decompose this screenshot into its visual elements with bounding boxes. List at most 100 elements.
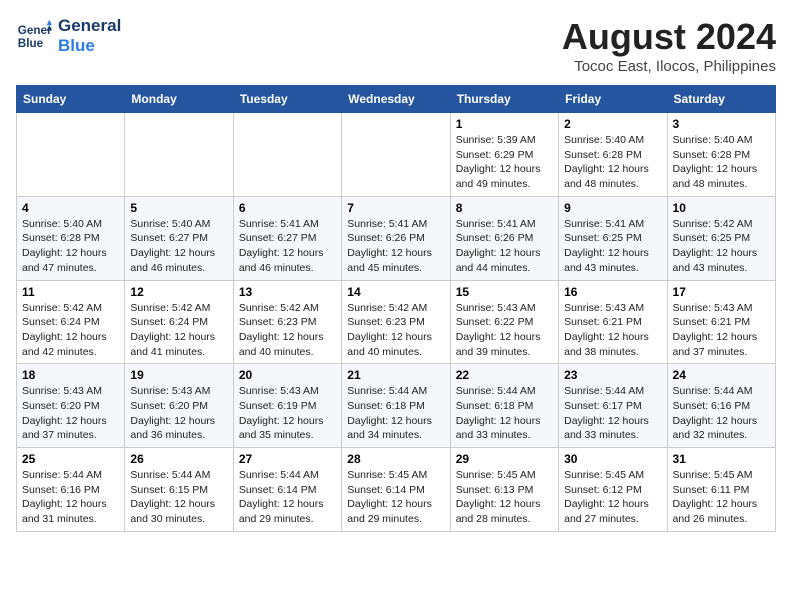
day-number: 17	[673, 285, 770, 299]
day-info: Sunrise: 5:43 AM Sunset: 6:21 PM Dayligh…	[564, 301, 661, 360]
calendar: SundayMondayTuesdayWednesdayThursdayFrid…	[16, 85, 776, 532]
day-info: Sunrise: 5:43 AM Sunset: 6:20 PM Dayligh…	[130, 384, 227, 443]
day-info: Sunrise: 5:39 AM Sunset: 6:29 PM Dayligh…	[456, 133, 553, 192]
calendar-cell: 2 Sunrise: 5:40 AM Sunset: 6:28 PM Daylig…	[559, 113, 667, 197]
day-info: Sunrise: 5:40 AM Sunset: 6:28 PM Dayligh…	[673, 133, 770, 192]
calendar-week-4: 18 Sunrise: 5:43 AM Sunset: 6:20 PM Dayli…	[17, 364, 776, 448]
day-info: Sunrise: 5:43 AM Sunset: 6:22 PM Dayligh…	[456, 301, 553, 360]
day-number: 4	[22, 201, 119, 215]
day-number: 5	[130, 201, 227, 215]
day-info: Sunrise: 5:43 AM Sunset: 6:21 PM Dayligh…	[673, 301, 770, 360]
calendar-cell: 10 Sunrise: 5:42 AM Sunset: 6:25 PM Dayli…	[667, 196, 775, 280]
day-number: 28	[347, 452, 444, 466]
calendar-cell: 4 Sunrise: 5:40 AM Sunset: 6:28 PM Daylig…	[17, 196, 125, 280]
day-info: Sunrise: 5:41 AM Sunset: 6:27 PM Dayligh…	[239, 217, 336, 276]
day-number: 29	[456, 452, 553, 466]
day-number: 14	[347, 285, 444, 299]
day-number: 18	[22, 368, 119, 382]
calendar-body: 1Sunrise: 5:39 AM Sunset: 6:29 PM Daylig…	[17, 113, 776, 532]
day-info: Sunrise: 5:41 AM Sunset: 6:26 PM Dayligh…	[456, 217, 553, 276]
calendar-header-row: SundayMondayTuesdayWednesdayThursdayFrid…	[17, 86, 776, 113]
day-number: 23	[564, 368, 661, 382]
day-info: Sunrise: 5:42 AM Sunset: 6:24 PM Dayligh…	[130, 301, 227, 360]
day-info: Sunrise: 5:40 AM Sunset: 6:27 PM Dayligh…	[130, 217, 227, 276]
svg-text:Blue: Blue	[18, 36, 44, 49]
weekday-header-sunday: Sunday	[17, 86, 125, 113]
weekday-header-tuesday: Tuesday	[233, 86, 341, 113]
weekday-header-friday: Friday	[559, 86, 667, 113]
day-number: 24	[673, 368, 770, 382]
calendar-week-5: 25 Sunrise: 5:44 AM Sunset: 6:16 PM Dayli…	[17, 448, 776, 532]
calendar-cell	[125, 113, 233, 197]
calendar-cell: 29 Sunrise: 5:45 AM Sunset: 6:13 PM Dayli…	[450, 448, 558, 532]
day-number: 2	[564, 117, 661, 131]
day-info: Sunrise: 5:42 AM Sunset: 6:23 PM Dayligh…	[347, 301, 444, 360]
calendar-cell: 7 Sunrise: 5:41 AM Sunset: 6:26 PM Daylig…	[342, 196, 450, 280]
calendar-cell: 28 Sunrise: 5:45 AM Sunset: 6:14 PM Dayli…	[342, 448, 450, 532]
day-number: 27	[239, 452, 336, 466]
day-info: Sunrise: 5:44 AM Sunset: 6:18 PM Dayligh…	[347, 384, 444, 443]
calendar-cell: 13Sunrise: 5:42 AM Sunset: 6:23 PM Dayli…	[233, 280, 341, 364]
day-number: 19	[130, 368, 227, 382]
calendar-cell	[17, 113, 125, 197]
calendar-cell: 24Sunrise: 5:44 AM Sunset: 6:16 PM Dayli…	[667, 364, 775, 448]
day-number: 10	[673, 201, 770, 215]
day-number: 22	[456, 368, 553, 382]
calendar-cell: 15 Sunrise: 5:43 AM Sunset: 6:22 PM Dayli…	[450, 280, 558, 364]
weekday-header-saturday: Saturday	[667, 86, 775, 113]
calendar-cell: 26Sunrise: 5:44 AM Sunset: 6:15 PM Dayli…	[125, 448, 233, 532]
day-info: Sunrise: 5:45 AM Sunset: 6:13 PM Dayligh…	[456, 468, 553, 527]
month-title: August 2024	[562, 16, 776, 58]
day-number: 11	[22, 285, 119, 299]
day-info: Sunrise: 5:40 AM Sunset: 6:28 PM Dayligh…	[564, 133, 661, 192]
logo-line2: Blue	[58, 36, 121, 56]
day-number: 3	[673, 117, 770, 131]
calendar-cell: 11 Sunrise: 5:42 AM Sunset: 6:24 PM Dayli…	[17, 280, 125, 364]
calendar-cell: 20 Sunrise: 5:43 AM Sunset: 6:19 PM Dayli…	[233, 364, 341, 448]
day-info: Sunrise: 5:43 AM Sunset: 6:20 PM Dayligh…	[22, 384, 119, 443]
day-info: Sunrise: 5:42 AM Sunset: 6:24 PM Dayligh…	[22, 301, 119, 360]
day-number: 25	[22, 452, 119, 466]
calendar-cell: 3 Sunrise: 5:40 AM Sunset: 6:28 PM Daylig…	[667, 113, 775, 197]
logo: General Blue General Blue	[16, 16, 121, 55]
day-number: 12	[130, 285, 227, 299]
day-info: Sunrise: 5:42 AM Sunset: 6:23 PM Dayligh…	[239, 301, 336, 360]
calendar-cell: 1Sunrise: 5:39 AM Sunset: 6:29 PM Daylig…	[450, 113, 558, 197]
calendar-cell: 21 Sunrise: 5:44 AM Sunset: 6:18 PM Dayli…	[342, 364, 450, 448]
day-number: 9	[564, 201, 661, 215]
calendar-week-3: 11 Sunrise: 5:42 AM Sunset: 6:24 PM Dayli…	[17, 280, 776, 364]
day-number: 6	[239, 201, 336, 215]
calendar-cell	[233, 113, 341, 197]
day-info: Sunrise: 5:44 AM Sunset: 6:16 PM Dayligh…	[22, 468, 119, 527]
calendar-cell: 17 Sunrise: 5:43 AM Sunset: 6:21 PM Dayli…	[667, 280, 775, 364]
day-number: 16	[564, 285, 661, 299]
calendar-cell: 5 Sunrise: 5:40 AM Sunset: 6:27 PM Daylig…	[125, 196, 233, 280]
location: Tococ East, Ilocos, Philippines	[562, 58, 776, 75]
calendar-cell: 12 Sunrise: 5:42 AM Sunset: 6:24 PM Dayli…	[125, 280, 233, 364]
weekday-header-monday: Monday	[125, 86, 233, 113]
day-info: Sunrise: 5:44 AM Sunset: 6:14 PM Dayligh…	[239, 468, 336, 527]
day-number: 15	[456, 285, 553, 299]
day-info: Sunrise: 5:45 AM Sunset: 6:12 PM Dayligh…	[564, 468, 661, 527]
day-info: Sunrise: 5:44 AM Sunset: 6:18 PM Dayligh…	[456, 384, 553, 443]
day-info: Sunrise: 5:42 AM Sunset: 6:25 PM Dayligh…	[673, 217, 770, 276]
calendar-cell: 9Sunrise: 5:41 AM Sunset: 6:25 PM Daylig…	[559, 196, 667, 280]
day-info: Sunrise: 5:44 AM Sunset: 6:15 PM Dayligh…	[130, 468, 227, 527]
calendar-cell: 30 Sunrise: 5:45 AM Sunset: 6:12 PM Dayli…	[559, 448, 667, 532]
day-number: 21	[347, 368, 444, 382]
day-info: Sunrise: 5:41 AM Sunset: 6:26 PM Dayligh…	[347, 217, 444, 276]
calendar-cell: 31 Sunrise: 5:45 AM Sunset: 6:11 PM Dayli…	[667, 448, 775, 532]
day-info: Sunrise: 5:45 AM Sunset: 6:14 PM Dayligh…	[347, 468, 444, 527]
day-info: Sunrise: 5:40 AM Sunset: 6:28 PM Dayligh…	[22, 217, 119, 276]
calendar-cell: 22 Sunrise: 5:44 AM Sunset: 6:18 PM Dayli…	[450, 364, 558, 448]
day-info: Sunrise: 5:44 AM Sunset: 6:17 PM Dayligh…	[564, 384, 661, 443]
day-number: 30	[564, 452, 661, 466]
calendar-cell	[342, 113, 450, 197]
calendar-cell: 18 Sunrise: 5:43 AM Sunset: 6:20 PM Dayli…	[17, 364, 125, 448]
day-info: Sunrise: 5:43 AM Sunset: 6:19 PM Dayligh…	[239, 384, 336, 443]
page-header: General Blue General Blue August 2024 To…	[16, 16, 776, 75]
day-number: 31	[673, 452, 770, 466]
day-number: 20	[239, 368, 336, 382]
day-number: 7	[347, 201, 444, 215]
day-info: Sunrise: 5:45 AM Sunset: 6:11 PM Dayligh…	[673, 468, 770, 527]
